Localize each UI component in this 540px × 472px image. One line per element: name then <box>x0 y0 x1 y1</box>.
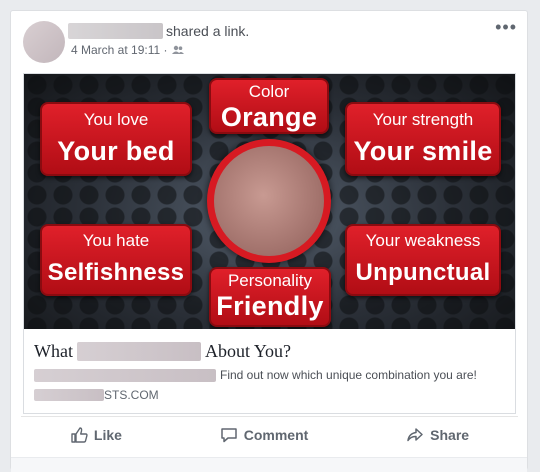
link-attachment[interactable]: Color Orange You love Your bed Your stre… <box>23 73 516 414</box>
friends-audience-icon[interactable] <box>171 45 184 55</box>
thumbs-up-icon <box>71 426 88 443</box>
shared-link-text: shared a link. <box>166 23 250 39</box>
link-title-prefix: What <box>34 340 73 361</box>
description-text: Find out now which unique combination yo… <box>220 368 477 382</box>
post-meta: 4 March at 19:11 · <box>71 43 184 57</box>
like-button[interactable]: Like <box>58 420 134 450</box>
profile-photo-blurred <box>214 146 324 256</box>
plate-personality: Personality Friendly <box>209 267 331 327</box>
timestamp[interactable]: 4 March at 19:11 · <box>71 43 168 57</box>
plate-strength: Your strength Your smile <box>345 102 501 176</box>
post-actions: Like Comment Share <box>21 416 518 452</box>
link-domain: STS.COM <box>34 388 505 402</box>
plate-hate: You hate Selfishness <box>40 224 192 296</box>
domain-suffix: STS.COM <box>104 388 159 402</box>
share-button[interactable]: Share <box>394 420 481 450</box>
share-icon <box>407 427 423 441</box>
weakness-value: Unpunctual <box>355 259 491 286</box>
hate-label: You hate <box>82 231 150 250</box>
domain-redacted <box>34 389 104 401</box>
link-info[interactable]: What About You? Find out now which uniqu… <box>24 329 515 402</box>
personality-label: Personality <box>227 271 313 290</box>
personality-value: Friendly <box>216 291 324 321</box>
plate-love: You love Your bed <box>40 102 192 176</box>
link-title-suffix: About You? <box>204 340 292 361</box>
share-label: Share <box>430 426 470 443</box>
weakness-label: Your weakness <box>365 231 481 250</box>
comment-icon <box>221 427 237 442</box>
link-image[interactable]: Color Orange You love Your bed Your stre… <box>24 74 515 329</box>
love-value: Your bed <box>57 136 175 166</box>
link-description: Find out now which unique combination yo… <box>34 368 505 382</box>
plate-weakness: Your weakness Unpunctual <box>345 224 501 296</box>
comments-strip <box>11 457 527 472</box>
like-label: Like <box>93 426 122 443</box>
strength-label: Your strength <box>372 110 474 129</box>
strength-value: Your smile <box>353 136 493 166</box>
comment-label: Comment <box>243 426 309 443</box>
avatar[interactable] <box>23 21 65 63</box>
love-label: You love <box>83 110 149 129</box>
link-title[interactable]: What About You? <box>34 339 505 363</box>
more-options-icon[interactable]: ••• <box>495 17 517 38</box>
color-value: Orange <box>220 102 318 132</box>
hate-value: Selfishness <box>47 259 185 286</box>
color-label: Color <box>248 82 290 101</box>
description-redacted <box>34 368 216 382</box>
author-name-redacted[interactable] <box>68 23 163 39</box>
plate-color: Color Orange <box>209 78 329 134</box>
post-card: shared a link. 4 March at 19:11 · ••• Co… <box>10 10 528 472</box>
link-title-redacted <box>76 341 201 361</box>
comment-button[interactable]: Comment <box>208 420 321 450</box>
